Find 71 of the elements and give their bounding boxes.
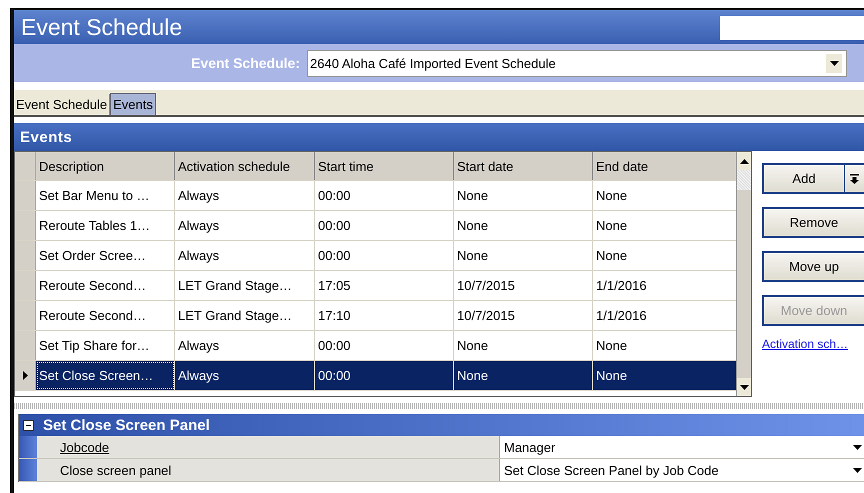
field-label: Event Schedule:: [190, 55, 300, 71]
action-button: Move down: [762, 295, 864, 326]
table-cell: 10/7/2015: [454, 271, 593, 300]
table-row[interactable]: Reroute Second… LET Grand Stage… 17:05 10/7/2015 1/1/2016: [15, 271, 736, 301]
table-row[interactable]: Set Bar Menu to … Always 00:00 None None: [15, 181, 736, 211]
table-cell: None: [454, 241, 593, 270]
table-cell: None: [454, 181, 593, 210]
table-cell-text: 1/1/2016: [595, 307, 648, 325]
table-cell: Always: [175, 211, 315, 240]
scroll-up-icon: [740, 158, 748, 164]
action-button[interactable]: Remove: [762, 207, 864, 238]
table-cell: Set Tip Share for…: [36, 331, 175, 360]
table-cell: None: [454, 211, 593, 240]
table-cell: Set Close Screen…: [36, 361, 175, 390]
table-row[interactable]: Set Tip Share for… Always 00:00 None None: [15, 331, 736, 361]
table-cell: 00:00: [315, 241, 454, 270]
vertical-scrollbar[interactable]: [736, 152, 751, 396]
table-cell: 00:00: [315, 181, 454, 210]
scroll-thumb[interactable]: [737, 170, 751, 190]
table-cell: 17:05: [315, 271, 454, 300]
table-cell-text: None: [595, 367, 628, 385]
table-cell-text: None: [595, 187, 628, 205]
property-value[interactable]: Manager: [500, 436, 864, 458]
property-group-title: Set Close Screen Panel: [42, 416, 210, 434]
table-row[interactable]: Reroute Tables 1… Always 00:00 None None: [15, 211, 736, 241]
activation-link[interactable]: Activation sch…: [762, 337, 848, 351]
table-cell: Always: [175, 181, 315, 210]
table-cell-text: 1/1/2016: [595, 277, 648, 295]
table-row[interactable]: Set Close Screen… Always 00:00 None None: [15, 361, 736, 391]
property-value[interactable]: Set Close Screen Panel by Job Code: [500, 459, 864, 481]
dropdown-arrow-icon: [853, 444, 862, 450]
table-row[interactable]: Reroute Second… LET Grand Stage… 17:10 10/7/2015 1/1/2016: [15, 301, 736, 331]
table-cell: None: [454, 331, 593, 360]
window-title: Event Schedule: [20, 14, 182, 40]
table-cell: Reroute Second…: [36, 271, 175, 300]
property-label: Jobcode: [37, 436, 500, 458]
table-cell-text: None: [595, 217, 628, 235]
table-cell: Reroute Second…: [36, 301, 175, 330]
table-cell: 00:00: [315, 331, 454, 360]
dropdown-arrow-icon: [850, 174, 859, 184]
column-header[interactable]: Start time: [315, 152, 454, 180]
property-label: Close screen panel: [37, 459, 500, 481]
table-cell: None: [454, 361, 593, 390]
scroll-down-icon: [740, 384, 748, 390]
table-cell: Set Order Scree…: [36, 241, 175, 270]
dropdown-arrow-icon: [830, 60, 838, 66]
column-header[interactable]: Activation schedule: [175, 152, 315, 180]
table-cell: Always: [175, 331, 315, 360]
column-header[interactable]: End date: [593, 152, 736, 180]
table-cell: 00:00: [315, 211, 454, 240]
section-title: Events: [19, 128, 72, 146]
column-header[interactable]: Description: [36, 152, 175, 180]
table-row[interactable]: Set Order Scree… Always 00:00 None None: [15, 241, 736, 271]
table-cell: 10/7/2015: [454, 301, 593, 330]
table-cell: LET Grand Stage…: [175, 271, 315, 300]
table-cell: LET Grand Stage…: [175, 301, 315, 330]
table-cell-text: None: [595, 337, 628, 355]
dropdown-arrow-icon: [853, 468, 862, 472]
table-cell: Reroute Tables 1…: [36, 211, 175, 240]
table-cell: 17:10: [315, 301, 454, 330]
table-cell: Set Bar Menu to …: [36, 181, 175, 210]
table-cell: Always: [175, 361, 315, 390]
add-button[interactable]: Add: [762, 163, 864, 194]
action-button[interactable]: Move up: [762, 251, 864, 282]
table-cell: Always: [175, 241, 315, 270]
column-header[interactable]: Start date: [454, 152, 593, 180]
row-pointer-icon: [22, 371, 28, 380]
tab[interactable]: Events: [110, 93, 156, 115]
table-cell-text: None: [595, 247, 628, 265]
schedule-dropdown[interactable]: 2640 Aloha Café Imported Event Schedule: [307, 50, 847, 76]
table-cell: 00:00: [315, 361, 454, 390]
